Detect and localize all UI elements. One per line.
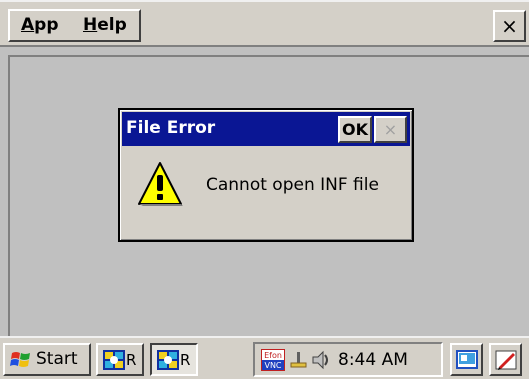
menu-help[interactable]: Help bbox=[83, 15, 127, 35]
menu-app-accel: A bbox=[21, 15, 35, 35]
dialog-title: File Error bbox=[126, 118, 216, 138]
file-error-dialog: File Error OK × Cannot open INF file bbox=[118, 108, 414, 242]
menu-help-accel: H bbox=[83, 15, 98, 35]
vnc-top-text: Efon bbox=[264, 351, 282, 360]
menu-bar: App Help × bbox=[0, 0, 529, 47]
desktop-icon bbox=[456, 350, 478, 369]
clock[interactable]: 8:44 AM bbox=[338, 350, 408, 370]
desktop-button[interactable] bbox=[450, 343, 483, 376]
close-icon: × bbox=[501, 14, 518, 38]
dialog-title-bar: File Error OK × bbox=[122, 112, 410, 146]
app-icon bbox=[103, 350, 125, 370]
ok-button[interactable]: OK bbox=[338, 116, 372, 143]
start-label: Start bbox=[36, 349, 78, 369]
taskbar-app-label: R bbox=[180, 351, 191, 369]
menu-group: App Help bbox=[8, 9, 141, 42]
taskbar-app-button[interactable]: R bbox=[96, 343, 144, 376]
start-button[interactable]: Start bbox=[3, 343, 91, 376]
menu-help-rest: elp bbox=[97, 15, 127, 35]
window-close-button[interactable]: × bbox=[493, 10, 526, 42]
taskbar-app-button-active[interactable]: R bbox=[150, 343, 198, 376]
warning-icon bbox=[138, 162, 183, 206]
network-icon[interactable] bbox=[288, 350, 308, 370]
volume-icon[interactable] bbox=[310, 349, 332, 371]
menu-app-rest: pp bbox=[34, 15, 59, 35]
error-message: Cannot open INF file bbox=[206, 175, 379, 195]
vnc-bottom-text: VNC bbox=[264, 361, 281, 370]
close-icon: × bbox=[383, 120, 398, 139]
dialog-close-button[interactable]: × bbox=[374, 116, 407, 143]
windows-flag-icon bbox=[10, 352, 30, 367]
pen-icon bbox=[495, 350, 517, 370]
vnc-icon[interactable]: Efon VNC bbox=[261, 349, 285, 371]
app-icon bbox=[157, 350, 179, 370]
system-tray: Efon VNC 8:44 AM bbox=[253, 342, 443, 377]
taskbar-app-label: R bbox=[126, 351, 137, 369]
taskbar: Start R R Efon VNC 8:44 AM bbox=[0, 336, 529, 379]
menu-app[interactable]: App bbox=[21, 15, 59, 35]
input-panel-button[interactable] bbox=[489, 343, 522, 376]
